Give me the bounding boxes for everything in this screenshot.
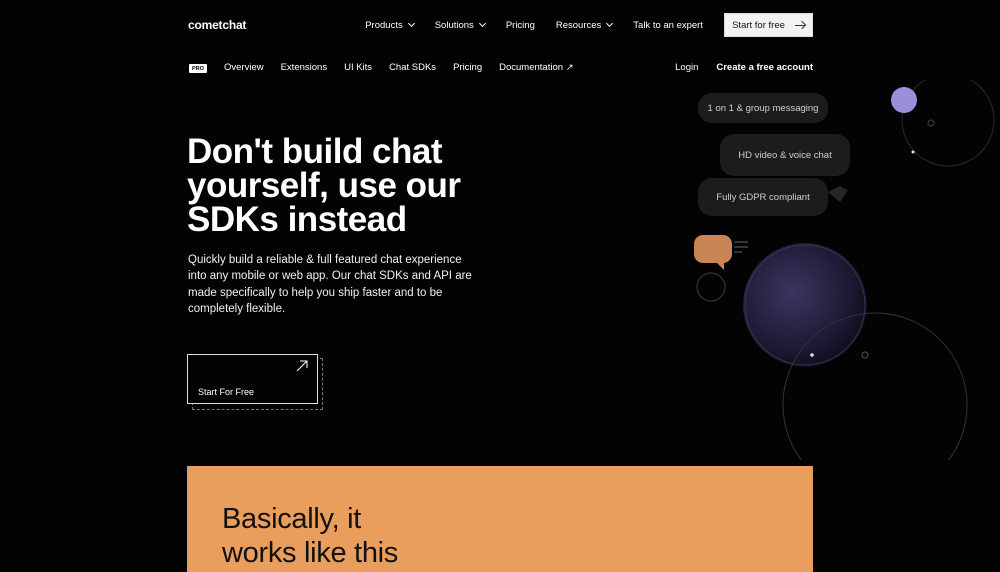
orange-chat-icon — [694, 235, 732, 263]
hero-cta-label: Start For Free — [198, 387, 255, 397]
how-it-works-section: Basically, it works like this — [187, 466, 813, 572]
subnav-documentation-label: Documentation — [499, 62, 564, 73]
start-for-free-label: Start for free — [732, 19, 785, 31]
nav-solutions[interactable]: Solutions — [434, 19, 486, 31]
nav-talk-to-expert[interactable]: Talk to an expert — [633, 20, 703, 31]
feature-bubble-video: HD video & voice chat — [720, 134, 850, 176]
top-navigation: cometchat Products Solutions Pricing Res… — [0, 0, 1000, 50]
feature-bubble-messaging: 1 on 1 & group messaging — [698, 93, 828, 123]
subnav-account-links: Login Create a free account — [675, 62, 813, 73]
nav-resources-label: Resources — [555, 19, 602, 31]
nav-pricing[interactable]: Pricing — [506, 20, 535, 31]
nav-resources[interactable]: Resources — [555, 19, 614, 31]
hero-cta-wrapper: Start For Free — [187, 354, 323, 410]
external-link-icon: ↗ — [566, 62, 574, 72]
chevron-down-icon — [407, 19, 415, 28]
how-it-works-title-line-1: Basically, it — [222, 503, 361, 535]
chevron-down-icon — [606, 19, 614, 28]
start-for-free-hero-button[interactable]: Start For Free — [187, 354, 318, 404]
nav-products[interactable]: Products — [365, 19, 415, 31]
outline-circle-top-right — [901, 80, 995, 167]
how-it-works-title: Basically, it works like this — [222, 502, 398, 570]
hero-title: Don't build chat yourself, use our SDKs … — [187, 132, 461, 239]
subnav-overview[interactable]: Overview — [224, 62, 264, 73]
top-nav-links: Products Solutions Pricing Resources Tal… — [365, 13, 813, 37]
login-link[interactable]: Login — [675, 62, 698, 73]
subnav-ui-kits[interactable]: UI Kits — [344, 62, 372, 73]
hero-description: Quickly build a reliable & full featured… — [188, 254, 472, 315]
arrow-up-right-icon — [296, 360, 308, 372]
subnav-chat-sdks[interactable]: Chat SDKs — [389, 62, 436, 73]
create-account-link[interactable]: Create a free account — [716, 62, 813, 73]
pro-badge: PRO — [189, 64, 207, 73]
subnav-documentation[interactable]: Documentation ↗ — [499, 62, 573, 73]
portrait-circle — [743, 243, 867, 367]
start-for-free-button[interactable]: Start for free — [724, 13, 813, 37]
subnav-pricing[interactable]: Pricing — [453, 62, 482, 73]
orange-chat-tail — [716, 261, 724, 270]
star-dot-2 — [810, 353, 814, 357]
small-ring-bottom — [861, 351, 869, 359]
nav-pricing-label: Pricing — [505, 19, 535, 31]
subnav-links: Overview Extensions UI Kits Chat SDKs Pr… — [224, 62, 574, 73]
cometchat-logo[interactable]: cometchat — [188, 18, 246, 32]
purple-orb — [891, 87, 917, 113]
nav-talk-to-expert-label: Talk to an expert — [633, 19, 703, 31]
bubble-tail-3 — [828, 186, 848, 202]
small-ring-left — [696, 272, 726, 302]
nav-solutions-label: Solutions — [434, 19, 474, 31]
arrow-right-icon — [794, 24, 805, 26]
star-dot-1 — [911, 150, 915, 154]
feature-bubble-gdpr: Fully GDPR compliant — [698, 178, 828, 216]
nav-products-label: Products — [365, 19, 403, 31]
product-subnav: PRO Overview Extensions UI Kits Chat SDK… — [0, 58, 1000, 78]
chevron-down-icon — [478, 19, 486, 28]
small-ring-top — [927, 119, 935, 127]
hero-illustration: 1 on 1 & group messaging HD video & voic… — [690, 80, 1000, 460]
how-it-works-title-line-2: works like this — [222, 537, 398, 569]
subnav-extensions[interactable]: Extensions — [281, 62, 327, 73]
